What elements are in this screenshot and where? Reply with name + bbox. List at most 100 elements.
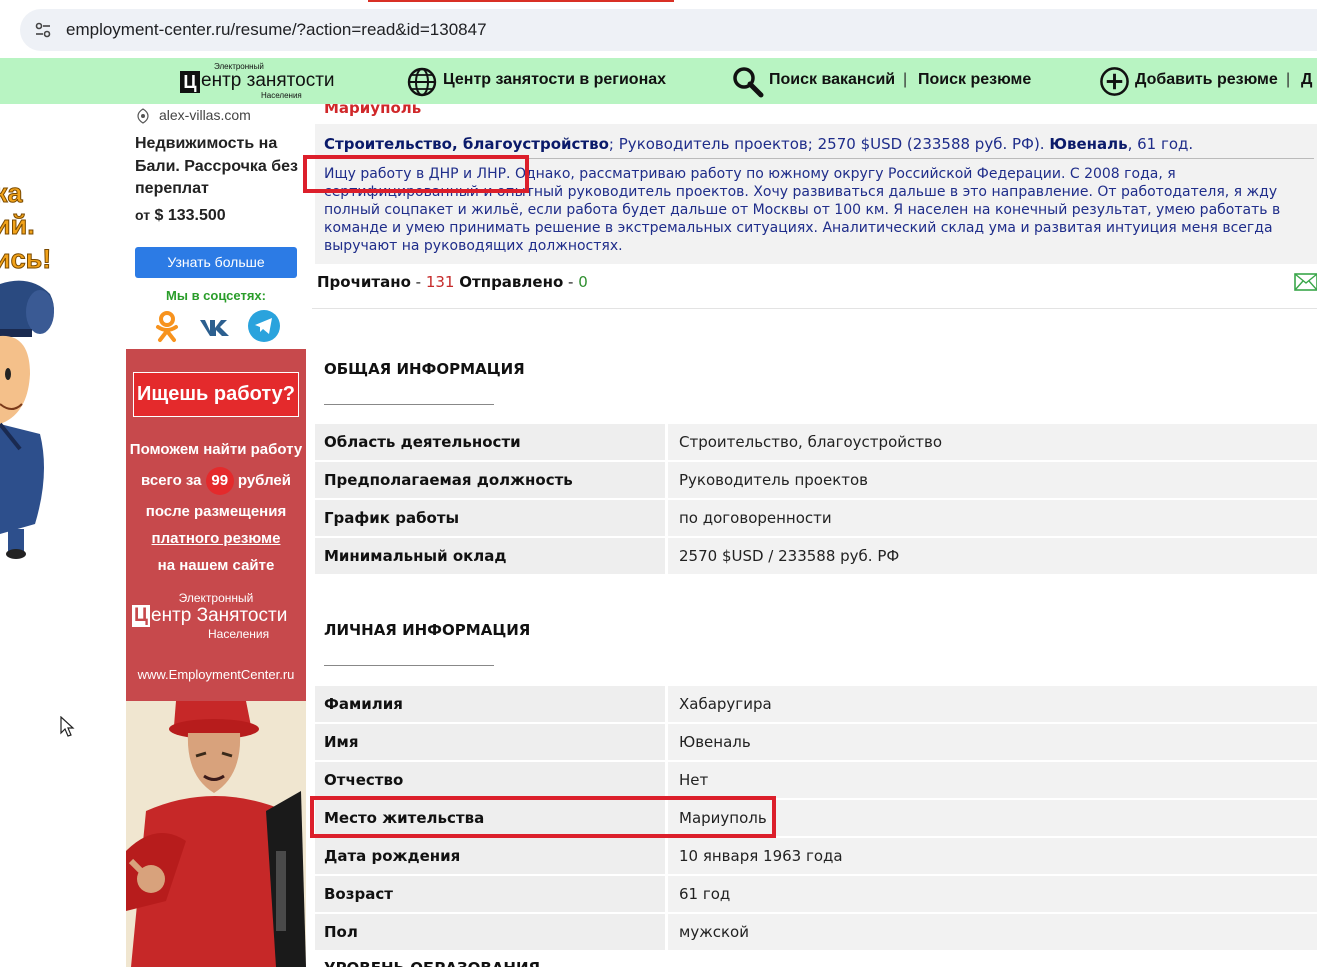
address-bar[interactable]: employment-center.ru/resume/?action=read…	[20, 9, 1317, 51]
info-row-birthdate: Дата рождения 10 января 1963 года	[315, 838, 1317, 874]
info-value: по договоренности	[668, 500, 1317, 536]
promo-logo-letter: Ц	[132, 605, 150, 627]
browser-toolbar: employment-center.ru/resume/?action=read…	[0, 0, 1317, 58]
resume-city-header: Мариуполь	[324, 104, 422, 117]
promo-line-2-post: рублей	[237, 472, 291, 489]
summary-sep-2: ;	[807, 135, 813, 153]
mouse-cursor-icon	[60, 716, 75, 737]
info-label: Фамилия	[315, 686, 665, 722]
cartoon-text-3: ись!	[0, 244, 52, 275]
social-label: Мы в соцсетях:	[166, 288, 266, 303]
globe-icon	[407, 67, 437, 97]
info-label: График работы	[315, 500, 665, 536]
summary-age: , 61 год.	[1127, 135, 1194, 153]
highlight-box-residence	[310, 796, 776, 838]
promo-line-3: после размещения	[145, 503, 287, 520]
summary-name: Ювеналь	[1049, 135, 1128, 153]
promo-price-circle: 99	[205, 467, 234, 495]
ad-price: от $ 133.500	[135, 207, 226, 225]
personal-info-title: ЛИЧНАЯ ИНФОРМАЦИЯ	[324, 621, 531, 639]
education-title: УРОВЕНЬ ОБРАЗОВАНИЯ	[324, 959, 540, 967]
general-info-underline	[324, 404, 494, 405]
promo-logo-big: Центр Занятости	[132, 605, 287, 627]
add-circle-icon	[1100, 67, 1129, 96]
read-count: 131	[425, 273, 455, 291]
info-value: 2570 $USD / 233588 руб. РФ	[668, 538, 1317, 574]
site-logo[interactable]: Электронный Ц ентр занятости Населения	[178, 62, 338, 100]
info-value: 10 января 1963 года	[668, 838, 1317, 874]
info-label: Имя	[315, 724, 665, 760]
promo-logo-small: Электронный	[178, 591, 254, 605]
promo-url: www.EmploymentCenter.ru	[137, 667, 295, 682]
personal-info-underline	[324, 665, 494, 666]
summary-sep-1: ;	[608, 135, 614, 153]
promo-line-1: Поможем найти работу	[129, 441, 303, 458]
summary-position: Руководитель проектов	[618, 135, 808, 153]
promo-headline: Ищешь работу?	[133, 372, 299, 417]
info-value: Хабаругира	[668, 686, 1317, 722]
info-value: Строительство, благоустройство	[668, 424, 1317, 460]
info-row-gender: Пол мужской	[315, 914, 1317, 950]
promo-line-2: всего за 99 рублей	[126, 467, 306, 495]
vk-icon[interactable]	[198, 309, 232, 343]
sent-label: Отправлено	[459, 273, 564, 291]
nav-add-resume-link[interactable]: Добавить резюме	[1135, 71, 1278, 89]
stats-divider	[312, 308, 1317, 309]
site-settings-icon[interactable]	[34, 21, 52, 39]
url-text[interactable]: employment-center.ru/resume/?action=read…	[66, 20, 487, 40]
telegram-icon[interactable]	[247, 309, 281, 343]
resume-stats: Прочитано - 131 Отправлено - 0	[317, 273, 588, 291]
promo-banner[interactable]: Ищешь работу? Поможем найти работу всего…	[126, 349, 306, 967]
info-value: 61 год	[668, 876, 1317, 912]
site-navigation: Электронный Ц ентр занятости Населения Ц…	[0, 58, 1317, 104]
info-value: мужской	[668, 914, 1317, 950]
promo-logo-bottom: Населения	[208, 627, 270, 641]
promo-paid-resume-link[interactable]: платного резюме	[152, 530, 281, 547]
cartoon-text-1: ка	[0, 178, 23, 209]
cartoon-text-2: ий.	[0, 210, 35, 241]
read-dash: -	[410, 273, 426, 291]
ad-title[interactable]: Недвижимость на Бали. Рассрочка без пере…	[135, 133, 305, 201]
read-label: Прочитано	[317, 273, 411, 291]
poster-figure-icon	[126, 701, 306, 967]
ad-source-icon	[137, 108, 149, 124]
sent-count: 0	[578, 273, 588, 291]
general-info-title: ОБЩАЯ ИНФОРМАЦИЯ	[324, 360, 525, 378]
info-row-salary: Минимальный оклад 2570 $USD / 233588 руб…	[315, 538, 1317, 574]
nav-separator-2: |	[1286, 71, 1291, 88]
nav-search-resumes-link[interactable]: Поиск резюме	[918, 71, 1031, 89]
info-row-surname: Фамилия Хабаругира	[315, 686, 1317, 722]
info-label: Область деятельности	[315, 424, 665, 460]
logo-small-bottom: Населения	[261, 91, 302, 100]
logo-text: ентр занятости	[201, 70, 335, 91]
ad-source-link[interactable]: alex-villas.com	[159, 107, 251, 123]
send-mail-icon[interactable]	[1294, 273, 1317, 291]
highlight-box-dnr-lnr	[303, 155, 529, 193]
odnoklassniki-icon[interactable]	[150, 309, 184, 343]
nav-regions-link[interactable]: Центр занятости в регионах	[443, 71, 666, 89]
promo-logo-text: ентр Занятости	[151, 605, 288, 626]
police-cartoon-icon	[0, 280, 54, 559]
nav-search-vacancies-link[interactable]: Поиск вакансий	[769, 71, 895, 89]
info-label: Предполагаемая должность	[315, 462, 665, 498]
promo-line-4: платного резюме	[126, 530, 306, 547]
info-label: Дата рождения	[315, 838, 665, 874]
ad-column: alex-villas.com Недвижимость на Бали. Ра…	[126, 104, 306, 967]
info-row-firstname: Имя Ювеналь	[315, 724, 1317, 760]
nav-cut-link[interactable]: Д	[1301, 71, 1312, 89]
info-label: Минимальный оклад	[315, 538, 665, 574]
learn-more-button[interactable]: Узнать больше	[135, 247, 297, 278]
summary-sphere[interactable]: Строительство, благоустройство	[324, 135, 609, 153]
soviet-poster-image	[126, 701, 306, 967]
left-cartoon-banner[interactable]: ка ий. ись!	[0, 104, 125, 574]
info-row-patronymic: Отчество Нет	[315, 762, 1317, 798]
summary-salary: 2570 $USD (233588 руб. РФ).	[817, 135, 1045, 153]
info-value: Ювеналь	[668, 724, 1317, 760]
ad-price-prefix: от	[135, 207, 151, 223]
sent-dash: -	[563, 273, 579, 291]
info-value: Нет	[668, 762, 1317, 798]
info-row-schedule: График работы по договоренности	[315, 500, 1317, 536]
active-tab-indicator	[368, 0, 674, 2]
promo-line-2-pre: всего за	[141, 472, 202, 489]
info-label: Отчество	[315, 762, 665, 798]
